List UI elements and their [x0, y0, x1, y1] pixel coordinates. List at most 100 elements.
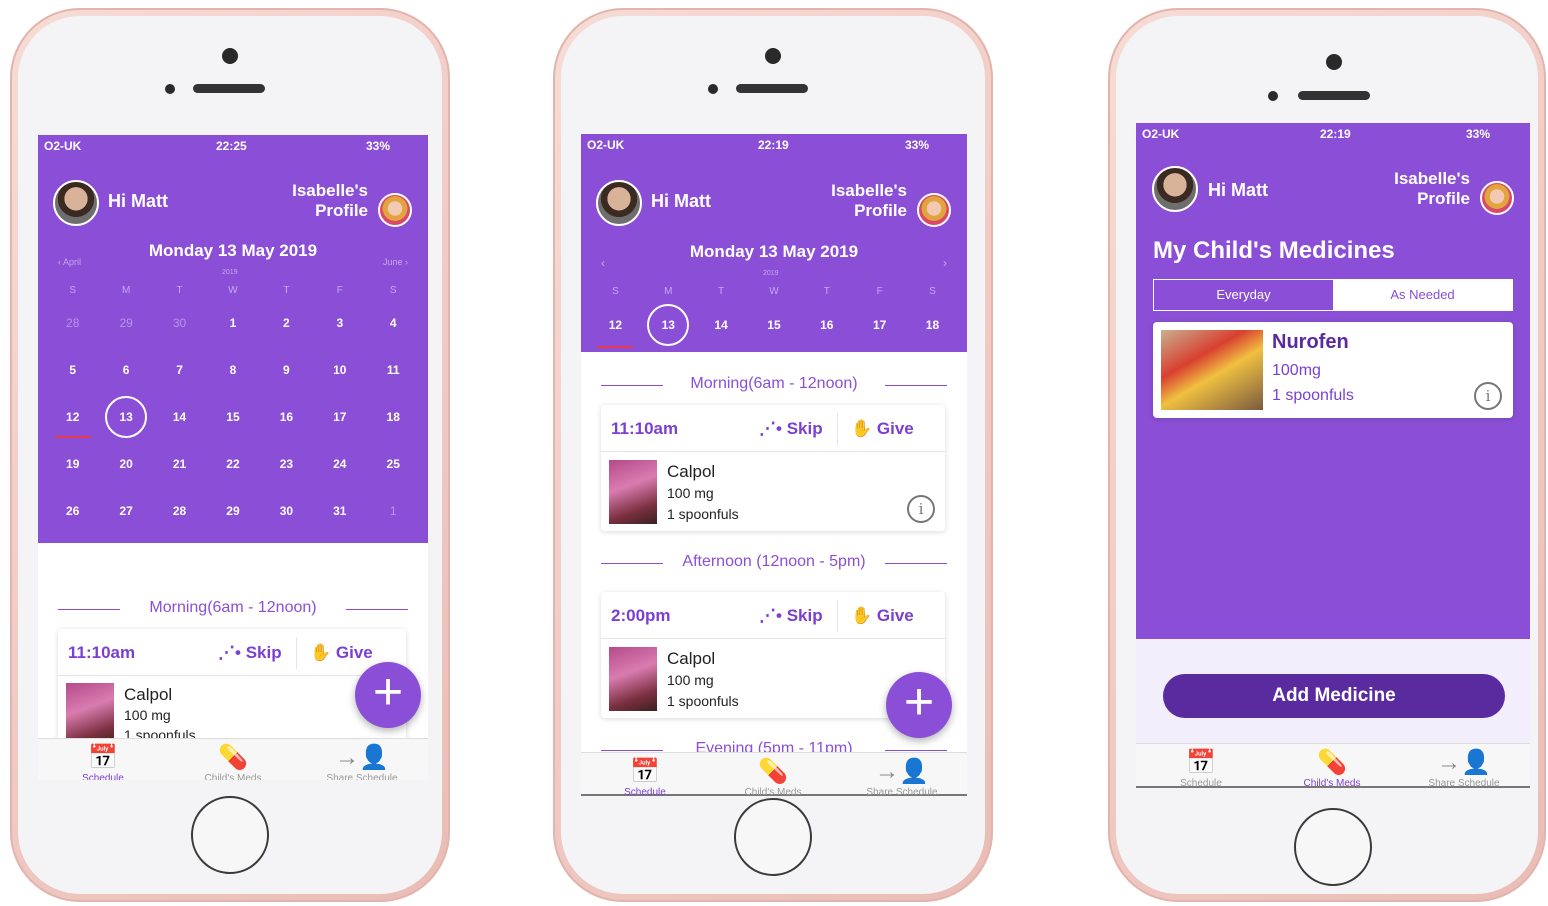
tab-childs-meds[interactable]: 💊 Child's Meds — [713, 757, 833, 796]
day-cell[interactable]: 28 — [160, 504, 200, 518]
today-underline — [597, 346, 633, 348]
info-icon[interactable]: i — [1474, 382, 1502, 410]
day-cell[interactable]: 9 — [266, 363, 306, 377]
day-cell[interactable]: 1 — [213, 316, 253, 330]
avatar[interactable] — [1152, 166, 1198, 212]
day-cell[interactable]: 18 — [912, 318, 952, 332]
home-button[interactable] — [1294, 808, 1372, 886]
profile-line2: Profile — [1417, 189, 1470, 208]
profile-label[interactable]: Isabelle's Profile — [292, 181, 368, 221]
give-label: Give — [876, 606, 914, 625]
day-cell[interactable]: 30 — [160, 316, 200, 330]
day-cell[interactable]: 10 — [320, 363, 360, 377]
hand-icon: ✋ — [851, 606, 877, 625]
day-cell[interactable]: 15 — [213, 410, 253, 424]
medicine-name: Calpol — [124, 685, 173, 704]
day-cell[interactable]: 2 — [266, 316, 306, 330]
skip-button[interactable]: ⋰• Skip — [759, 419, 823, 439]
next-month-button[interactable]: June › — [383, 257, 408, 267]
give-button[interactable]: ✋ Give — [310, 643, 373, 663]
day-cell[interactable]: 21 — [160, 457, 200, 471]
medicine-card[interactable]: Nurofen 100mg 1 spoonfuls i — [1153, 322, 1513, 418]
day-cell[interactable]: 29 — [213, 504, 253, 518]
tab-share-schedule[interactable]: →👤 Share Schedule — [842, 757, 962, 796]
segment-everyday[interactable]: Everyday — [1154, 280, 1333, 310]
day-cell[interactable]: 24 — [320, 457, 360, 471]
day-cell[interactable]: 28 — [53, 316, 93, 330]
avatar[interactable] — [53, 180, 99, 226]
day-cell[interactable]: 7 — [160, 363, 200, 377]
medicine-photo — [609, 647, 657, 711]
weekday-label: W — [228, 285, 238, 296]
prev-week-button[interactable]: ‹ — [601, 256, 605, 270]
profile-label[interactable]: Isabelle's Profile — [1394, 169, 1470, 209]
day-cell[interactable]: 14 — [701, 318, 741, 332]
tab-share-schedule[interactable]: →👤 Share Schedule — [302, 743, 422, 780]
avatar[interactable] — [596, 180, 642, 226]
day-cell[interactable]: 25 — [373, 457, 413, 471]
add-fab-button[interactable]: + — [355, 662, 421, 728]
segment-as-needed[interactable]: As Needed — [1333, 280, 1512, 310]
home-button[interactable] — [191, 796, 269, 874]
child-avatar[interactable] — [378, 193, 412, 227]
day-cell[interactable]: 12 — [53, 410, 93, 424]
day-cell[interactable]: 4 — [373, 316, 413, 330]
sensor-dot — [708, 84, 718, 94]
medicine-photo — [609, 460, 657, 524]
day-cell[interactable]: 29 — [106, 316, 146, 330]
day-cell[interactable]: 1 — [373, 504, 413, 518]
divider — [296, 637, 297, 669]
skip-button[interactable]: ⋰• Skip — [759, 606, 823, 626]
give-button[interactable]: ✋ Give — [851, 606, 914, 626]
section-morning: Morning(6am - 12noon) — [601, 375, 947, 393]
info-icon[interactable]: i — [907, 495, 935, 523]
home-button[interactable] — [734, 798, 812, 876]
day-cell[interactable]: 18 — [373, 410, 413, 424]
day-cell[interactable]: 15 — [754, 318, 794, 332]
prev-month-button[interactable]: ‹ April — [58, 257, 81, 267]
tab-schedule[interactable]: 📅 Schedule — [585, 757, 705, 796]
day-cell[interactable]: 17 — [860, 318, 900, 332]
day-cell[interactable]: 8 — [213, 363, 253, 377]
day-cell[interactable]: 27 — [106, 504, 146, 518]
medicine-amount: 100 mg — [667, 485, 714, 501]
day-cell[interactable]: 22 — [213, 457, 253, 471]
child-avatar[interactable] — [917, 193, 951, 227]
day-cell[interactable]: 6 — [106, 363, 146, 377]
add-fab-button[interactable]: + — [886, 672, 952, 738]
day-cell[interactable]: 20 — [106, 457, 146, 471]
day-cell[interactable]: 12 — [595, 318, 635, 332]
day-cell[interactable]: 14 — [160, 410, 200, 424]
day-cell[interactable]: 16 — [266, 410, 306, 424]
tab-childs-meds[interactable]: 💊 Child's Meds — [173, 743, 293, 780]
medicine-spoonfuls: 1 spoonfuls — [667, 693, 739, 709]
day-cell[interactable]: 11 — [373, 363, 413, 377]
day-cell[interactable]: 5 — [53, 363, 93, 377]
calendar-week-row: 28 29 30 1 2 3 4 — [46, 316, 420, 330]
weekday-label: M — [664, 286, 673, 297]
give-button[interactable]: ✋ Give — [851, 419, 914, 439]
profile-label[interactable]: Isabelle's Profile — [831, 181, 907, 221]
day-cell[interactable]: 3 — [320, 316, 360, 330]
tab-share-schedule[interactable]: →👤 Share Schedule — [1404, 748, 1524, 788]
calendar-week-row: 5 6 7 8 9 10 11 — [46, 363, 420, 377]
weekday-label: M — [121, 285, 131, 296]
tab-schedule[interactable]: 📅 Schedule — [1141, 748, 1261, 788]
today-underline — [55, 436, 91, 438]
day-cell[interactable]: 19 — [53, 457, 93, 471]
add-medicine-button[interactable]: Add Medicine — [1163, 674, 1505, 718]
skip-button[interactable]: ⋰• Skip — [218, 643, 282, 663]
tab-label: Share Schedule — [1428, 778, 1500, 788]
day-cell[interactable]: 17 — [320, 410, 360, 424]
child-avatar[interactable] — [1480, 181, 1514, 215]
tab-label: Share Schedule — [866, 787, 938, 796]
tab-childs-meds[interactable]: 💊 Child's Meds — [1272, 748, 1392, 788]
day-cell[interactable]: 23 — [266, 457, 306, 471]
skip-icon: ⋰• — [759, 606, 787, 625]
day-cell[interactable]: 30 — [266, 504, 306, 518]
day-cell[interactable]: 26 — [53, 504, 93, 518]
tab-schedule[interactable]: 📅 Schedule — [43, 743, 163, 780]
day-cell[interactable]: 16 — [807, 318, 847, 332]
day-cell[interactable]: 31 — [320, 504, 360, 518]
next-week-button[interactable]: › — [943, 256, 947, 270]
